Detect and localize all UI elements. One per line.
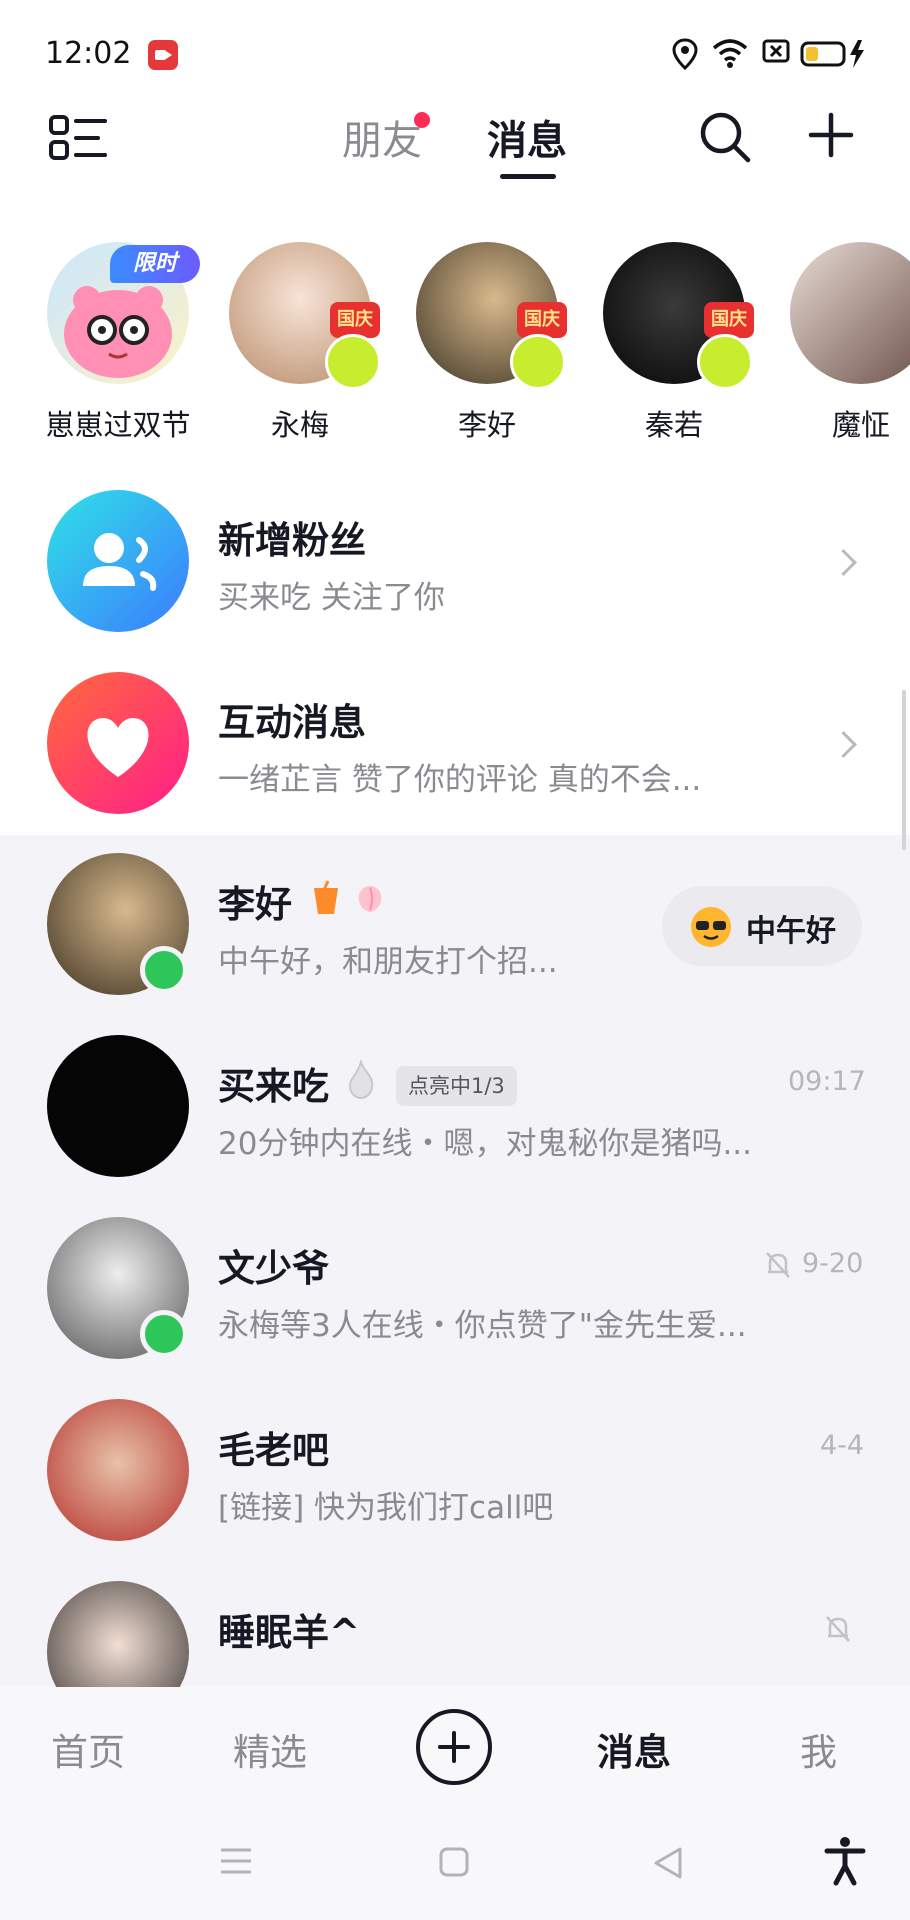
festival-sticker-icon — [510, 334, 566, 390]
story-name: 魔怔 — [831, 408, 890, 442]
story-name: 永梅 — [270, 408, 329, 442]
recent-apps-icon[interactable] — [218, 1846, 254, 1876]
chat-preview: 20分钟内在线・嗯，对鬼秘你是猪吗... — [218, 1126, 753, 1162]
menu-list-icon[interactable] — [48, 114, 108, 162]
heart-icon — [87, 718, 149, 777]
interaction-subtitle: 一绪芷言 赞了你的评论 真的不会... — [218, 762, 702, 798]
chat-name[interactable]: 买来吃 — [218, 1056, 329, 1110]
chat-name[interactable]: 毛老吧 — [218, 1420, 329, 1474]
tab-friends[interactable]: 朋友 — [342, 108, 422, 166]
chat-avatar[interactable] — [47, 1399, 189, 1541]
nav-featured[interactable]: 精选 — [233, 1722, 307, 1776]
chat-name[interactable]: 睡眠羊^ — [218, 1602, 360, 1656]
home-icon[interactable] — [438, 1846, 470, 1878]
scrollbar[interactable] — [902, 690, 906, 850]
accessibility-icon[interactable] — [824, 1836, 866, 1886]
battery-icon — [800, 40, 864, 68]
guoqing-badge: 国庆 — [704, 302, 754, 338]
online-indicator — [140, 1310, 188, 1358]
active-tab-indicator — [500, 174, 556, 179]
chat-name[interactable]: 文少爷 — [218, 1238, 329, 1292]
sim-off-icon — [762, 39, 790, 63]
chat-time: 4-4 — [820, 1430, 865, 1461]
location-icon — [672, 38, 698, 70]
greeting-button[interactable]: 中午好 — [662, 886, 862, 966]
back-icon[interactable] — [652, 1846, 684, 1880]
chat-time: 9-20 — [802, 1248, 864, 1279]
chat-preview: [链接] 快为我们打call吧 — [218, 1490, 554, 1526]
nav-me[interactable]: 我 — [800, 1722, 837, 1776]
screen-record-icon — [148, 40, 178, 70]
people-icon — [83, 533, 157, 591]
nav-messages[interactable]: 消息 — [597, 1722, 671, 1776]
interaction-avatar[interactable] — [47, 672, 189, 814]
story-name: 李好 — [457, 408, 516, 442]
guoqing-badge: 国庆 — [330, 302, 380, 338]
search-icon[interactable] — [698, 110, 752, 164]
peach-icon — [358, 886, 382, 912]
muted-bell-icon — [766, 1252, 790, 1278]
festival-sticker-icon — [325, 334, 381, 390]
sun-sunglasses-icon — [691, 907, 731, 947]
tab-messages[interactable]: 消息 — [487, 108, 567, 166]
chat-time: 09:17 — [788, 1066, 866, 1097]
chat-preview: 中午好，和朋友打个招... — [218, 944, 558, 980]
guoqing-badge: 国庆 — [517, 302, 567, 338]
new-fans-avatar[interactable] — [47, 490, 189, 632]
drink-icon — [314, 880, 338, 914]
limited-time-tag: 限时 — [110, 245, 200, 283]
flame-icon — [348, 1060, 374, 1100]
wifi-icon — [712, 39, 748, 68]
story-name: 崽崽过双节 — [45, 408, 191, 442]
new-fans-subtitle: 买来吃 关注了你 — [218, 580, 445, 616]
streak-tag: 点亮中1/3 — [396, 1066, 517, 1106]
create-post-button[interactable] — [414, 1707, 494, 1787]
add-icon[interactable] — [808, 112, 854, 158]
chat-name[interactable]: 李好 — [218, 874, 292, 928]
chat-avatar[interactable] — [47, 1035, 189, 1177]
interaction-title[interactable]: 互动消息 — [218, 692, 366, 746]
friends-notification-dot — [414, 112, 430, 128]
new-fans-title[interactable]: 新增粉丝 — [218, 510, 366, 564]
festival-sticker-icon — [697, 334, 753, 390]
muted-bell-icon — [826, 1616, 850, 1642]
chat-preview: 永梅等3人在线・你点赞了"金先生爱... — [218, 1308, 747, 1344]
nav-home[interactable]: 首页 — [51, 1722, 125, 1776]
story-name: 秦若 — [644, 408, 703, 442]
greeting-button-label: 中午好 — [746, 914, 836, 949]
online-indicator — [140, 946, 188, 994]
status-time: 12:02 — [45, 36, 132, 71]
